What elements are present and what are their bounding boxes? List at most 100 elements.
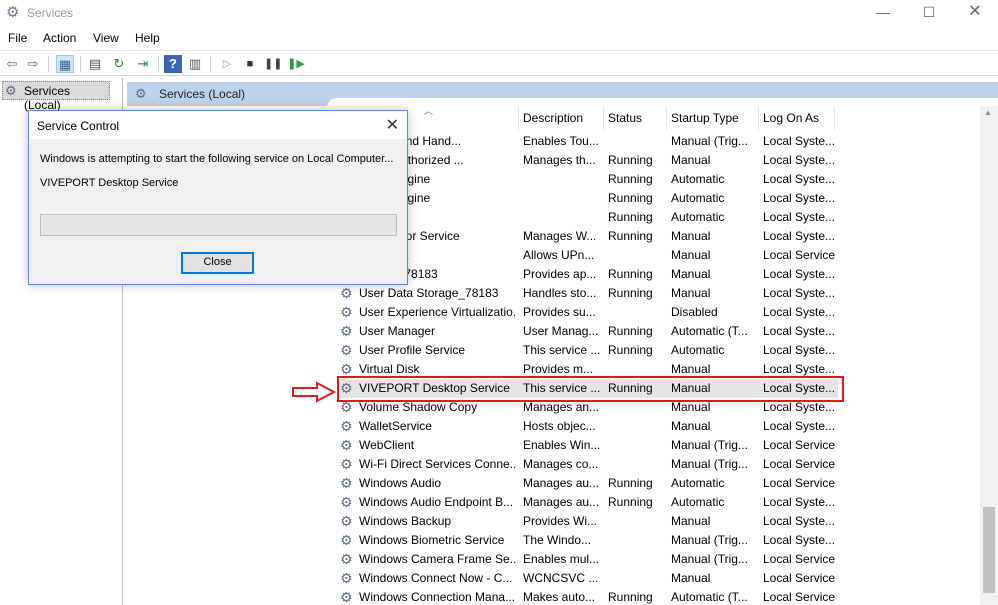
service-description: Manages W... (523, 229, 597, 243)
service-description: Enables Tou... (523, 134, 599, 148)
table-row[interactable]: ⚙rchestrator ServiceManages W...RunningM… (337, 227, 838, 246)
service-log-on-as: Local Syste... (763, 362, 835, 376)
service-status: Running (608, 590, 653, 604)
service-status: Running (608, 324, 653, 338)
service-startup-type: Manual (671, 286, 711, 300)
show-hide-action-pane-icon[interactable]: ▥ (186, 55, 204, 73)
tree-item-services-local[interactable]: ⚙ Services (Local) (2, 81, 110, 112)
service-description: Manages co... (523, 457, 599, 471)
table-row[interactable]: ⚙ Windows Audio Manages au... Running Automa… (337, 474, 838, 493)
table-row[interactable]: ⚙ Windows Connection Mana... Makes auto...… (337, 588, 838, 605)
dialog-service-name: VIVEPORT Desktop Service (40, 177, 179, 189)
table-row[interactable]: ⚙derRunningAutomaticLocal Syste... (337, 208, 838, 227)
table-row[interactable]: ⚙ Windows Backup Provides Wi... Manual Local… (337, 512, 838, 531)
pause-service-icon[interactable]: ❚❚ (264, 55, 282, 73)
table-row[interactable]: ⚙ User Profile Service This service ... Run… (337, 341, 838, 360)
service-description: Manages an... (523, 400, 600, 414)
tree-item-label: Services (Local) (24, 84, 71, 112)
scroll-up-icon[interactable]: ▲ (984, 108, 992, 117)
service-name: Wi-Fi Direct Services Conne... (359, 457, 517, 471)
service-log-on-as: Local Syste... (763, 324, 835, 338)
refresh-icon[interactable]: ↻ (110, 55, 128, 73)
window-title: Services (27, 6, 74, 20)
close-button[interactable]: ✕ (952, 0, 998, 26)
service-log-on-as: Local Service (763, 248, 835, 262)
service-startup-type: Automatic (671, 210, 725, 224)
table-row[interactable]: ⚙ WebClient Enables Win... Manual (Trig... L… (337, 436, 838, 455)
gear-icon: ⚙ (340, 437, 353, 453)
service-control-dialog: Service Control ✕ Windows is attempting … (28, 110, 408, 285)
menu-action[interactable]: Action (43, 31, 76, 45)
table-row[interactable]: ⚙ Windows Audio Endpoint B... Manages au..… (337, 493, 838, 512)
table-row[interactable]: ⚙P x64 EngineRunningAutomaticLocal Syste… (337, 170, 838, 189)
table-row[interactable]: ⚙P x86 EngineRunningAutomaticLocal Syste… (337, 189, 838, 208)
export-list-icon[interactable]: ⇥ (134, 55, 152, 73)
gear-icon: ⚙ (340, 304, 353, 320)
column-header-description[interactable]: Description (519, 106, 604, 130)
service-status: Running (608, 476, 653, 490)
start-service-icon[interactable]: ▷ (218, 55, 236, 73)
dialog-title-bar: Service Control ✕ (29, 111, 407, 139)
table-row[interactable]: ⚙ Windows Biometric Service The Windo... Ma… (337, 531, 838, 550)
properties-icon[interactable]: ▤ (86, 55, 104, 73)
gear-icon: ⚙ (135, 86, 147, 101)
service-status: Running (608, 153, 653, 167)
close-icon[interactable]: ✕ (386, 115, 399, 135)
gear-icon: ⚙ (340, 323, 353, 339)
service-startup-type: Manual (Trig... (671, 533, 748, 547)
service-log-on-as: Local Syste... (763, 305, 835, 319)
forward-icon[interactable]: ⇨ (24, 55, 42, 73)
service-status: Running (608, 210, 653, 224)
service-startup-type: Manual (671, 248, 711, 262)
help-icon[interactable]: ? (164, 55, 182, 73)
progress-bar (40, 214, 397, 236)
table-row[interactable]: ⚙ Windows Camera Frame Se... Enables mul..… (337, 550, 838, 569)
gear-icon: ⚙ (6, 4, 20, 21)
column-header-status[interactable]: Status (604, 106, 667, 130)
table-row[interactable]: ⚙vice HostAllows UPn...ManualLocal Servi… (337, 246, 838, 265)
service-startup-type: Manual (671, 419, 711, 433)
sort-ascending-icon: ︿ (424, 106, 434, 116)
column-header-log-on-as[interactable]: Log On As (759, 106, 835, 130)
menu-file[interactable]: File (8, 31, 27, 45)
table-row[interactable]: ⚙ User Manager User Manag... Running Automat… (337, 322, 838, 341)
gear-icon: ⚙ (340, 285, 353, 301)
table-row[interactable]: ⚙ User Data Storage_78183 Handles sto... Ru… (337, 284, 838, 303)
table-row[interactable]: ⚙cro Unauthorized ...Manages th...Runnin… (337, 151, 838, 170)
service-name: Windows Connect Now - C... (359, 571, 513, 585)
service-name: Windows Camera Frame Se... (359, 552, 517, 566)
service-name: Windows Biometric Service (359, 533, 505, 547)
gear-icon: ⚙ (340, 551, 353, 567)
service-description: WCNCSVC ... (523, 571, 599, 585)
service-description: Enables mul... (523, 552, 600, 566)
gear-icon: ⚙ (340, 589, 353, 605)
service-startup-type: Manual (Trig... (671, 134, 748, 148)
table-row[interactable]: ⚙ Wi-Fi Direct Services Conne... Manages c… (337, 455, 838, 474)
minimize-button[interactable]: — (860, 0, 906, 26)
service-name: Windows Audio (359, 476, 442, 490)
menu-view[interactable]: View (93, 31, 119, 45)
vertical-scrollbar[interactable]: ▲ (980, 106, 998, 605)
show-hide-tree-icon[interactable]: ▦ (56, 55, 74, 73)
service-startup-type: Manual (671, 400, 711, 414)
service-name: Virtual Disk (359, 362, 420, 376)
table-row[interactable]: ⚙ WalletService Hosts objec... Manual Local … (337, 417, 838, 436)
maximize-button[interactable]: ☐ (906, 0, 952, 26)
service-status: Running (608, 343, 653, 357)
back-icon[interactable]: ⇦ (3, 55, 21, 73)
table-row[interactable]: ⚙yboard and Hand...Enables Tou...Manual … (337, 132, 838, 151)
service-name: Windows Backup (359, 514, 452, 528)
table-row[interactable]: ⚙Access_78183Provides ap...RunningManual… (337, 265, 838, 284)
menu-help[interactable]: Help (135, 31, 160, 45)
table-row[interactable]: ⚙ Windows Connect Now - C... WCNCSVC ... Ma… (337, 569, 838, 588)
scrollbar-thumb[interactable] (983, 507, 995, 593)
service-log-on-as: Local Syste... (763, 286, 835, 300)
gear-icon: ⚙ (340, 418, 353, 434)
table-row[interactable]: ⚙ User Experience Virtualizatio... Provide… (337, 303, 838, 322)
column-header-startup-type[interactable]: Startup Type (667, 106, 759, 130)
close-dialog-button[interactable]: Close (181, 252, 254, 274)
service-name: User Experience Virtualizatio... (359, 305, 517, 319)
toolbar: ⇦ ⇨ ▦ ▤ ↻ ⇥ ? ▥ ▷ ■ ❚❚ ❚▶ (0, 50, 998, 76)
resume-service-icon[interactable]: ❚▶ (287, 55, 305, 73)
stop-service-icon[interactable]: ■ (241, 55, 259, 73)
